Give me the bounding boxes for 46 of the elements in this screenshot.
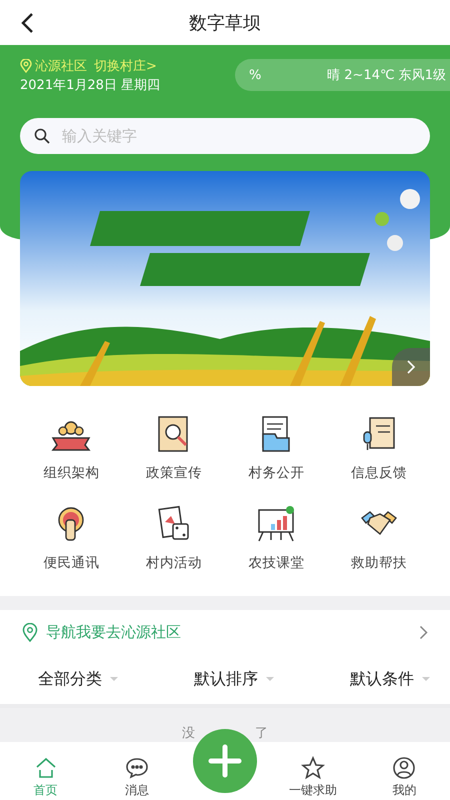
menu-item[interactable]: 村内活动 <box>122 504 225 572</box>
home-icon <box>34 756 58 780</box>
search-icon <box>34 128 50 144</box>
weather-text: % <box>249 68 262 82</box>
search-field[interactable]: 输入关键字 <box>20 118 430 154</box>
filter-dropdown[interactable]: 全部分类 <box>38 668 118 690</box>
chat-bubble-icon <box>124 756 149 780</box>
search-input[interactable]: 输入关键字 <box>60 126 416 146</box>
filter-dropdown[interactable]: 默认排序 <box>194 668 274 690</box>
folder-document-icon <box>262 416 290 452</box>
people-ribbon-icon <box>52 421 91 451</box>
tab-item[interactable]: 消息 <box>102 756 172 799</box>
list-end-text: 没 <box>182 725 195 742</box>
community-name: 沁源社区 <box>35 58 87 74</box>
handshake-icon <box>360 511 397 536</box>
caret-icon <box>422 677 430 681</box>
plus-icon <box>208 744 242 778</box>
next-slide-button[interactable] <box>392 348 430 386</box>
navigation-text: 导航我要去沁源社区 <box>46 622 182 642</box>
tab-item[interactable]: 一键求助 <box>278 756 348 799</box>
star-icon <box>301 756 326 780</box>
date-text: 2021年1月28日 星期四 <box>20 76 160 94</box>
scroll-microphone-icon <box>363 417 394 450</box>
user-icon <box>392 756 416 780</box>
list-end-text: 了 <box>255 725 268 742</box>
filter-dropdown[interactable]: 默认条件 <box>350 668 430 690</box>
location-pin-icon <box>22 622 38 642</box>
caret-icon <box>266 677 274 681</box>
cards-dice-icon <box>158 506 188 540</box>
menu-item[interactable]: 信息反馈 <box>328 414 430 482</box>
menu-item[interactable]: 便民通讯 <box>20 504 122 572</box>
page-title: 数字草坝 <box>189 12 261 34</box>
chevron-right-icon <box>419 624 428 640</box>
location-pin-icon <box>20 58 32 72</box>
menu-item[interactable]: 村务公开 <box>225 414 328 482</box>
caret-icon <box>110 677 118 681</box>
menu-item[interactable]: 救助帮扶 <box>328 504 430 572</box>
document-magnifier-icon <box>158 416 188 452</box>
weather-text: 晴 2~14℃ 东风1级 <box>327 67 446 84</box>
press-button-icon <box>58 507 84 541</box>
chevron-right-icon <box>406 359 416 375</box>
chart-board-icon <box>258 506 294 542</box>
menu-item[interactable]: 农技课堂 <box>225 504 328 572</box>
tab-item[interactable]: 我的 <box>369 756 440 799</box>
menu-item[interactable]: 政策宣传 <box>122 414 225 482</box>
menu-item[interactable]: 组织架构 <box>20 414 122 482</box>
